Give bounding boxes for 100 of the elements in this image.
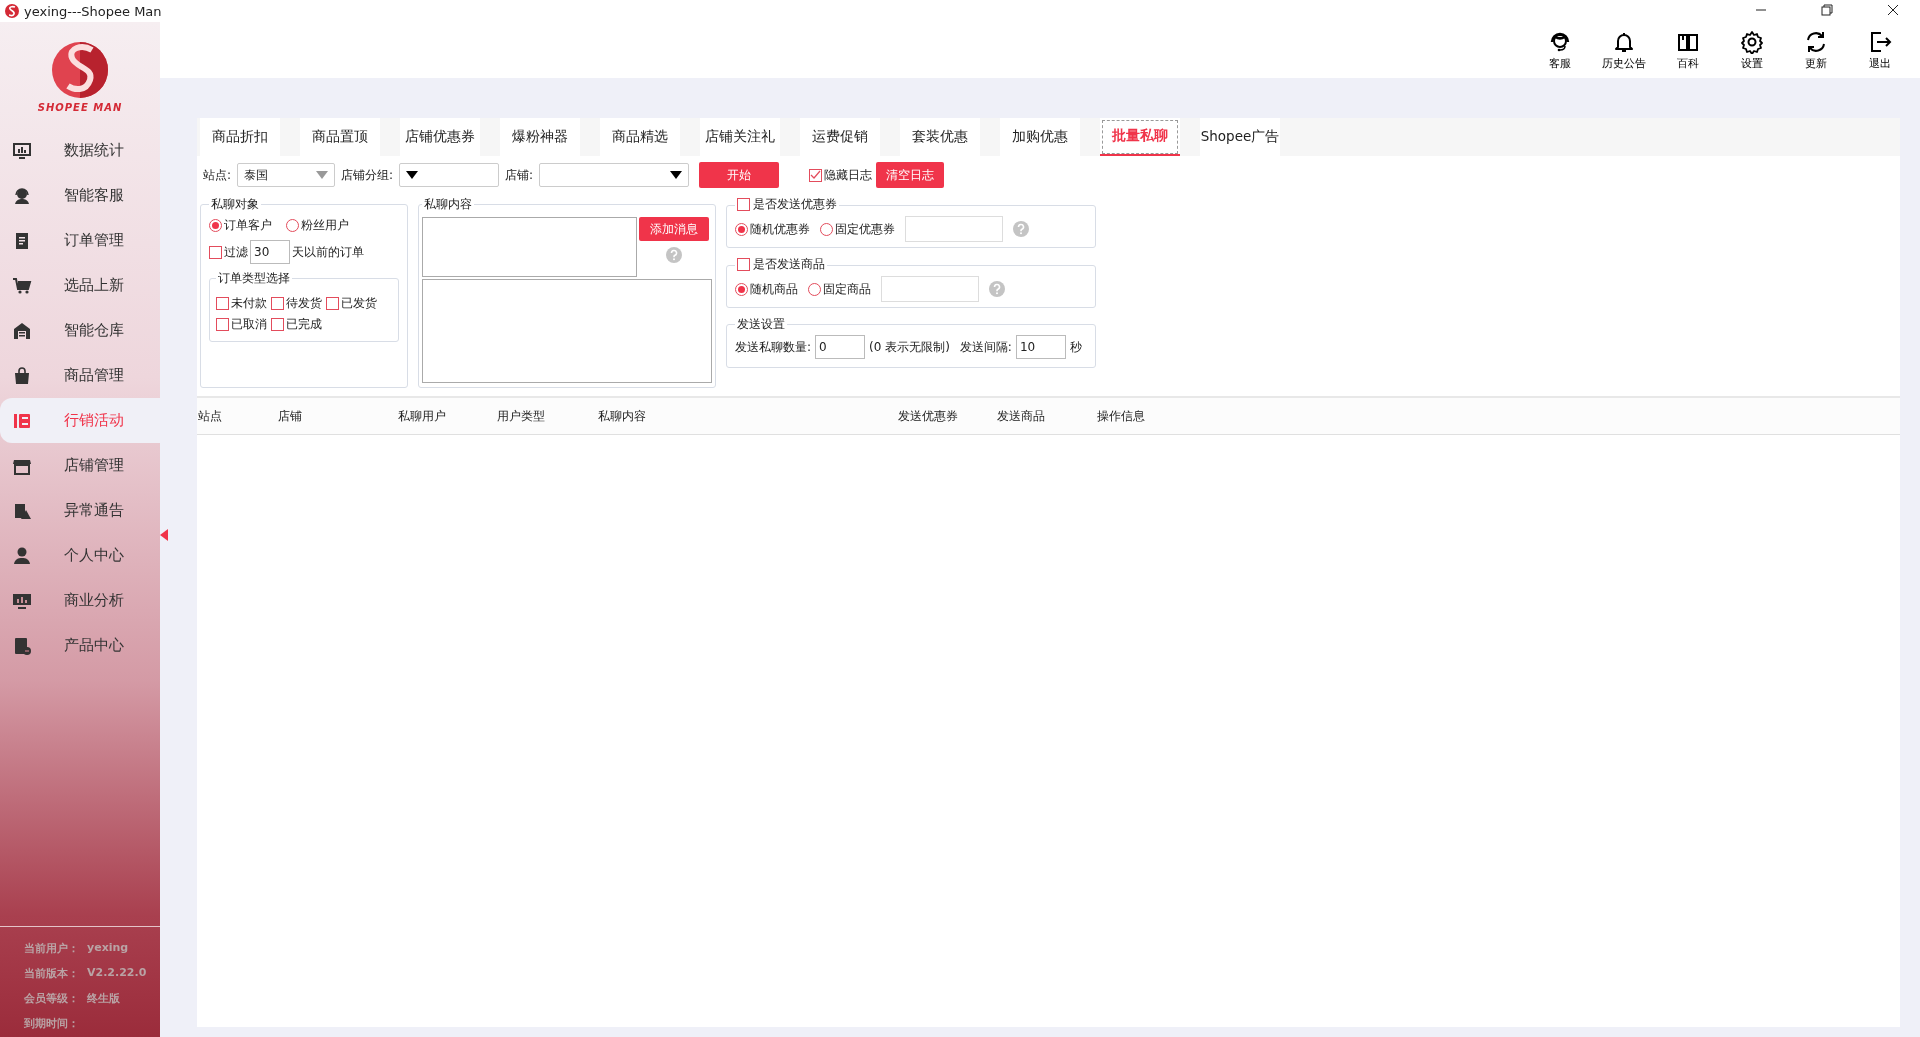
sidebar-item[interactable]: 店铺管理 <box>0 443 160 488</box>
tab[interactable]: 店铺优惠券 <box>400 118 480 156</box>
days-field[interactable]: 30 <box>250 240 290 264</box>
input-field[interactable] <box>905 216 1003 242</box>
toolbar-button[interactable]: 设置 <box>1720 22 1784 78</box>
tab[interactable]: 加购优惠 <box>1000 118 1080 156</box>
group-title: 私聊对象 <box>210 196 260 213</box>
checkbox-label[interactable]: 已取消 <box>231 316 267 333</box>
sidebar-item[interactable]: 个人中心 <box>0 533 160 578</box>
restore-icon[interactable] <box>1820 3 1834 17</box>
radio-label[interactable]: 随机商品 <box>750 280 798 298</box>
radio-button[interactable] <box>209 219 222 232</box>
checkbox[interactable] <box>216 318 229 331</box>
checkbox[interactable] <box>809 168 823 182</box>
tab[interactable]: 商品精选 <box>600 118 680 156</box>
toolbar-button[interactable]: 历史公告 <box>1592 22 1656 78</box>
info-label: 当前版本： <box>24 966 79 981</box>
clear-log-button[interactable]: 清空日志 <box>876 162 945 188</box>
toolbar-button[interactable]: 退出 <box>1848 22 1912 78</box>
logo-text: SHOPEE MAN <box>37 101 123 113</box>
column-header: 发送商品 <box>997 407 1046 425</box>
exit-icon <box>1868 29 1892 54</box>
tab[interactable]: 店铺关注礼 <box>700 118 780 156</box>
unit-label: 秒 <box>1069 338 1082 356</box>
badge-document-icon <box>12 635 32 656</box>
sidebar-item[interactable]: 产品中心 <box>0 623 160 668</box>
monitor-chart-icon <box>12 140 32 161</box>
close-icon[interactable] <box>1886 3 1900 17</box>
tab[interactable]: 商品折扣 <box>200 118 280 156</box>
sidebar-item[interactable]: 商业分析 <box>0 578 160 623</box>
start-button[interactable]: 开始 <box>699 162 780 188</box>
message-input[interactable] <box>422 217 637 277</box>
sidebar-item[interactable]: 选品上新 <box>0 263 160 308</box>
tab[interactable]: 商品置顶 <box>300 118 380 156</box>
checkbox[interactable] <box>271 297 284 310</box>
cart-icon <box>12 275 32 296</box>
toolbar-button[interactable]: 百科 <box>1656 22 1720 78</box>
checkbox-label[interactable]: 已完成 <box>286 316 322 333</box>
tab[interactable]: Shopee广告 <box>1200 118 1280 156</box>
site-dropdown[interactable]: 泰国 <box>237 163 336 187</box>
checkbox-label[interactable]: 是否发送商品 <box>753 256 825 273</box>
sidebar-item[interactable]: 商品管理 <box>0 353 160 398</box>
toolbar-button[interactable]: 更新 <box>1784 22 1848 78</box>
sidebar-item[interactable]: 智能仓库 <box>0 308 160 353</box>
checkbox[interactable] <box>209 245 222 259</box>
checkbox[interactable] <box>737 198 750 211</box>
checkbox[interactable] <box>326 297 339 310</box>
checkbox-label[interactable]: 未付款 <box>231 295 267 312</box>
tab[interactable]: 套装优惠 <box>900 118 980 156</box>
radio-label[interactable]: 粉丝用户 <box>301 217 349 234</box>
warehouse-icon <box>12 320 32 341</box>
column-header: 私聊用户 <box>398 407 447 425</box>
sidebar-item[interactable]: 行销活动 <box>0 398 160 443</box>
tab[interactable]: 运费促销 <box>800 118 880 156</box>
radio-label[interactable]: 随机优惠券 <box>750 220 810 238</box>
tab[interactable]: 批量私聊 <box>1100 118 1180 156</box>
caret-icon <box>670 171 683 179</box>
add-message-button[interactable]: 添加消息 <box>639 217 709 241</box>
sidebar-item[interactable]: 异常通告 <box>0 488 160 533</box>
radio-button[interactable] <box>808 282 821 296</box>
checkbox-label[interactable]: 已发货 <box>341 295 377 312</box>
window-title: yexing---Shopee Man <box>24 3 162 19</box>
collapse-arrow-icon[interactable] <box>160 529 168 541</box>
interval-field[interactable]: 10 <box>1015 335 1066 359</box>
headset-person-icon <box>12 185 32 206</box>
tab[interactable]: 爆粉神器 <box>500 118 580 156</box>
message-list[interactable] <box>422 279 712 383</box>
group-dropdown[interactable] <box>399 163 500 187</box>
radio-button[interactable] <box>286 219 299 232</box>
checkbox-label[interactable]: 是否发送优惠券 <box>753 196 837 213</box>
sidebar-item[interactable]: 数据统计 <box>0 128 160 173</box>
input-field[interactable] <box>881 276 979 302</box>
caret-icon <box>406 171 419 179</box>
checkbox-label[interactable]: 隐藏日志 <box>824 166 873 184</box>
field-label: 发送间隔: <box>959 338 1012 356</box>
info-value: yexing <box>87 941 129 956</box>
field-label: 站点: <box>203 166 232 184</box>
field-label: 店铺: <box>505 166 534 184</box>
checkbox-label[interactable]: 过滤 <box>224 243 248 261</box>
count-field[interactable]: 0 <box>815 335 866 359</box>
field-label: 店铺分组: <box>341 166 394 184</box>
radio-button[interactable] <box>735 282 748 296</box>
app-logo-icon <box>4 3 20 19</box>
radio-button[interactable] <box>735 222 748 236</box>
radio-button[interactable] <box>820 222 833 236</box>
checkbox-label[interactable]: 待发货 <box>286 295 322 312</box>
group-title: 私聊内容 <box>423 196 473 213</box>
sidebar-item[interactable]: 智能客服 <box>0 173 160 218</box>
info-label: 当前用户： <box>24 941 79 956</box>
checkbox[interactable] <box>271 318 284 331</box>
sidebar-item[interactable]: 订单管理 <box>0 218 160 263</box>
column-header: 站点 <box>198 407 223 425</box>
radio-label[interactable]: 固定优惠券 <box>835 220 895 238</box>
group-title: 发送设置 <box>736 316 786 333</box>
toolbar-button[interactable]: 客服 <box>1528 22 1592 78</box>
radio-label[interactable]: 固定商品 <box>823 280 871 298</box>
radio-label[interactable]: 订单客户 <box>224 217 272 234</box>
checkbox[interactable] <box>216 297 229 310</box>
column-header: 操作信息 <box>1097 407 1146 425</box>
checkbox[interactable] <box>737 258 750 271</box>
